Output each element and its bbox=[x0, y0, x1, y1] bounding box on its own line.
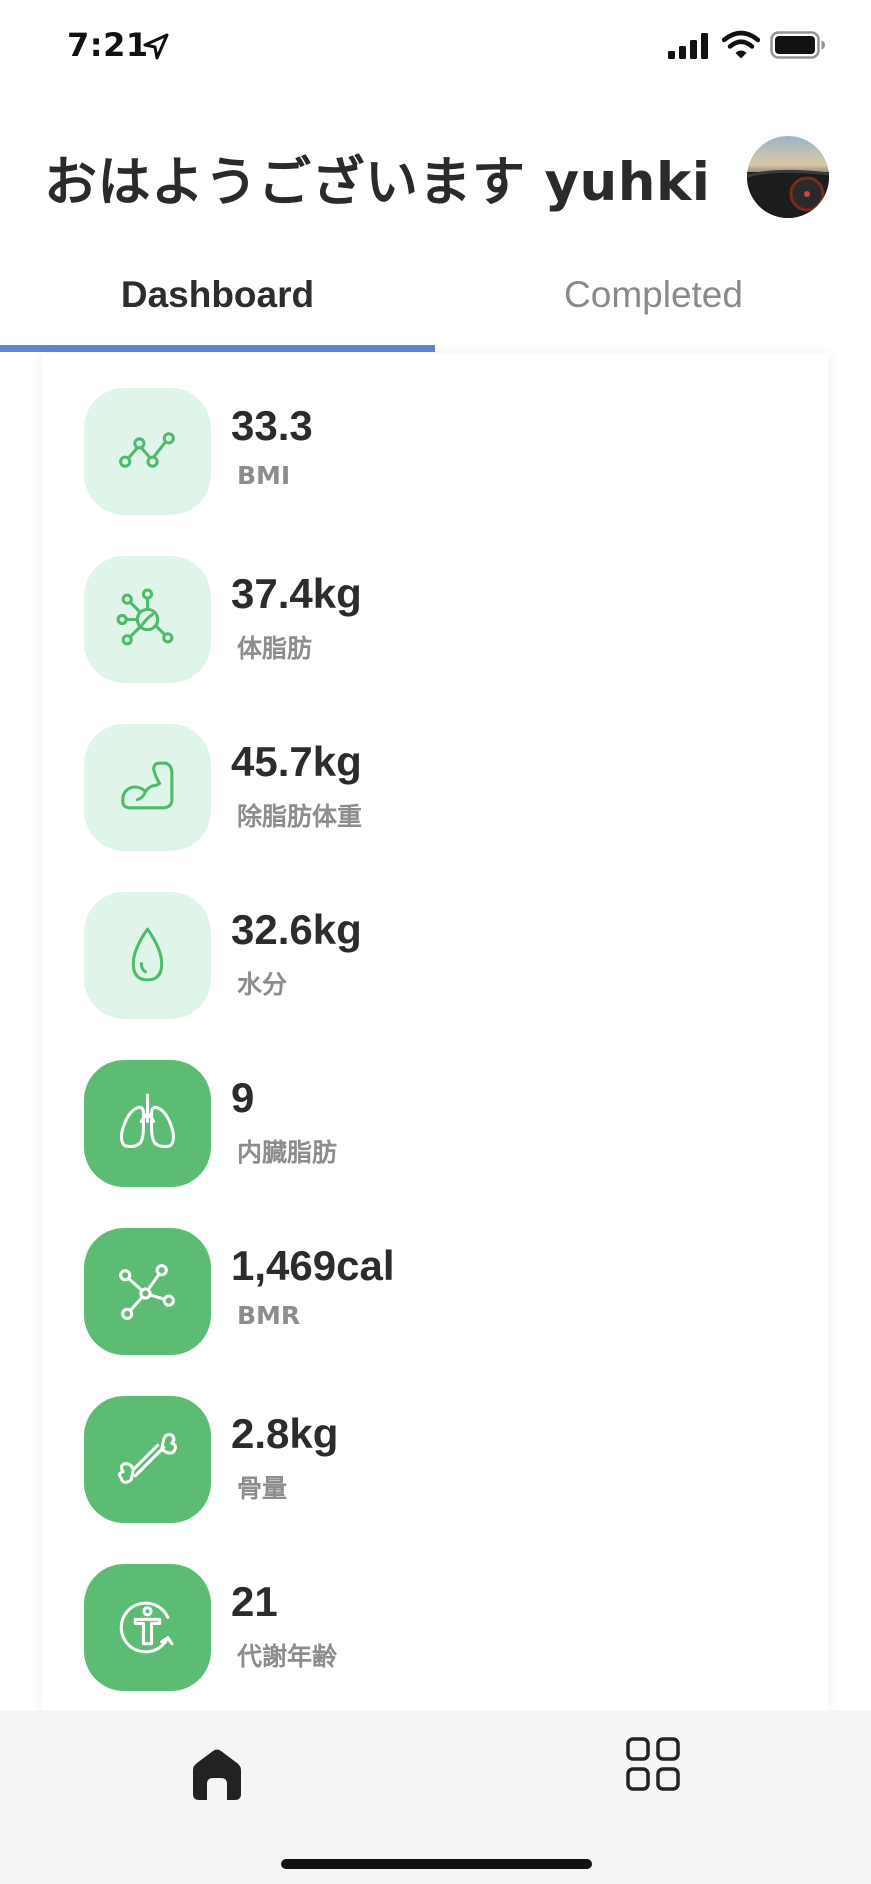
metric-value: 2.8kg bbox=[231, 1410, 339, 1457]
metric-label: 除脂肪体重 bbox=[237, 802, 363, 831]
metric-label: 骨量 bbox=[237, 1474, 288, 1503]
metric-value: 21 bbox=[231, 1578, 278, 1625]
water-drop-icon bbox=[131, 927, 164, 982]
metric-row-water[interactable]: 32.6kg 水分 bbox=[42, 892, 828, 1020]
metric-row-bone-mass[interactable]: 2.8kg 骨量 bbox=[42, 1396, 828, 1524]
metric-value: 32.6kg bbox=[231, 906, 362, 953]
line-chart-icon bbox=[119, 432, 175, 468]
avatar-image bbox=[747, 136, 829, 218]
metric-row-body-fat[interactable]: 37.4kg 体脂肪 bbox=[42, 556, 828, 684]
status-bar: 7:21 bbox=[0, 0, 871, 96]
bone-icon bbox=[117, 1433, 178, 1484]
metric-icon-tile bbox=[84, 724, 211, 851]
metric-icon-tile bbox=[84, 388, 211, 515]
metric-label: 代謝年齢 bbox=[237, 1642, 338, 1671]
metric-row-visceral-fat[interactable]: 9 内臓脂肪 bbox=[42, 1060, 828, 1188]
wifi-icon bbox=[722, 30, 760, 59]
metric-value: 1,469cal bbox=[231, 1242, 395, 1289]
metric-icon-tile bbox=[84, 1060, 211, 1187]
metric-icon-tile bbox=[84, 1564, 211, 1691]
metric-icon-tile bbox=[84, 556, 211, 683]
greeting-title: おはようございます yuhki bbox=[44, 152, 711, 213]
metric-label: 体脂肪 bbox=[237, 634, 313, 663]
metric-row-bmi[interactable]: 33.3 BMI bbox=[42, 388, 828, 516]
tab-bar: Dashboard Completed bbox=[0, 256, 871, 354]
home-icon[interactable] bbox=[189, 1746, 245, 1802]
metric-row-lean-mass[interactable]: 45.7kg 除脂肪体重 bbox=[42, 724, 828, 852]
molecule-icon bbox=[116, 588, 174, 646]
tab-dashboard[interactable]: Dashboard bbox=[0, 274, 435, 316]
user-avatar[interactable] bbox=[747, 136, 829, 218]
metric-label: BMI bbox=[237, 461, 291, 490]
lungs-icon bbox=[119, 1093, 176, 1149]
metric-value: 9 bbox=[231, 1074, 255, 1121]
metrics-card: 33.3 BMI 37.4kg 体脂肪 45.7kg 除脂肪体重 32.6kg … bbox=[42, 354, 828, 1710]
active-tab-indicator bbox=[0, 345, 435, 352]
battery-icon bbox=[770, 31, 825, 59]
metric-label: BMR bbox=[237, 1301, 301, 1330]
metric-label: 内臓脂肪 bbox=[237, 1138, 338, 1167]
metric-value: 37.4kg bbox=[231, 570, 362, 617]
metric-row-metabolic-age[interactable]: 21 代謝年齢 bbox=[42, 1564, 828, 1692]
metric-row-bmr[interactable]: 1,469cal BMR bbox=[42, 1228, 828, 1356]
tab-completed[interactable]: Completed bbox=[436, 274, 871, 316]
location-arrow-icon bbox=[143, 33, 169, 60]
signal-icon bbox=[668, 33, 708, 59]
metric-icon-tile bbox=[84, 1228, 211, 1355]
metric-value: 45.7kg bbox=[231, 738, 362, 785]
metric-value: 33.3 bbox=[231, 402, 313, 449]
grid-icon[interactable] bbox=[626, 1737, 680, 1791]
metric-icon-tile bbox=[84, 1396, 211, 1523]
status-time: 7:21 bbox=[67, 26, 149, 64]
body-cycle-icon bbox=[119, 1601, 174, 1654]
home-indicator bbox=[281, 1859, 592, 1869]
metric-icon-tile bbox=[84, 892, 211, 1019]
metric-label: 水分 bbox=[237, 970, 288, 999]
flexed-arm-icon bbox=[121, 761, 174, 810]
bottom-nav bbox=[0, 1710, 871, 1884]
network-nodes-icon bbox=[119, 1264, 175, 1320]
